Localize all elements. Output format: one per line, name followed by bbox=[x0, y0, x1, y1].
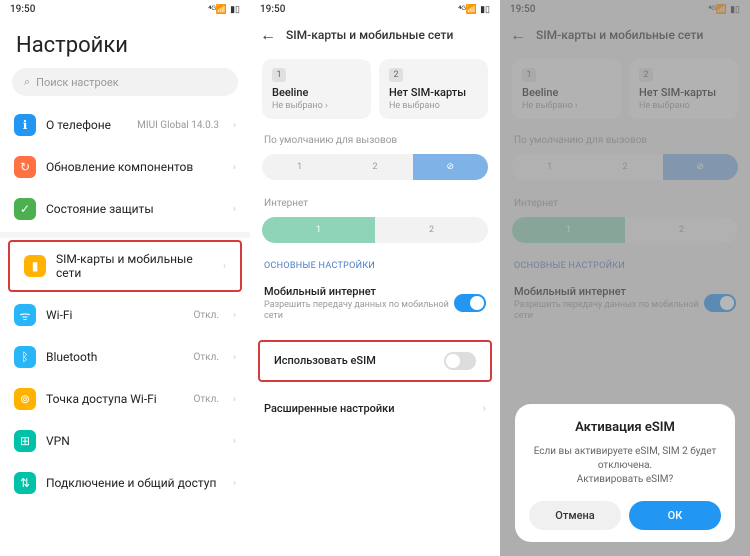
status-time: 19:50 bbox=[10, 4, 35, 15]
item-wifi[interactable]: ᯤ Wi-Fi Откл. › bbox=[0, 294, 250, 336]
chevron-right-icon: › bbox=[233, 436, 236, 447]
chevron-right-icon: › bbox=[233, 310, 236, 321]
item-hotspot[interactable]: ⊚ Точка доступа Wi-Fi Откл. › bbox=[0, 378, 250, 420]
sim-settings-screen-dialog: 19:50 ⁴ᴳ📶▮▯ ← SIM-карты и мобильные сети… bbox=[500, 0, 750, 556]
hotspot-icon: ⊚ bbox=[14, 388, 36, 410]
shield-icon: ✓ bbox=[14, 198, 36, 220]
section-default-calls: По умолчанию для вызовов bbox=[250, 127, 500, 150]
calls-seg-none[interactable]: ⊘ bbox=[413, 154, 488, 180]
header: ← SIM-карты и мобильные сети bbox=[250, 19, 500, 51]
calls-segmented: 1 2 ⊘ bbox=[262, 154, 488, 180]
dialog-backdrop[interactable]: Активация eSIM Если вы активируете eSIM,… bbox=[500, 0, 750, 556]
item-about-phone[interactable]: ℹ О телефоне MIUI Global 14.0.3 › bbox=[0, 104, 250, 146]
dialog-body: Если вы активируете eSIM, SIM 2 будет от… bbox=[529, 445, 721, 487]
search-placeholder: Поиск настроек bbox=[36, 76, 119, 89]
internet-seg-2[interactable]: 2 bbox=[375, 217, 488, 243]
divider bbox=[0, 232, 250, 238]
settings-screen: 19:50 ⁴ᴳ📶▮▯ Настройки ⌕ Поиск настроек ℹ… bbox=[0, 0, 250, 556]
status-bar: 19:50 ⁴ᴳ📶▮▯ bbox=[0, 0, 250, 19]
dialog-title: Активация eSIM bbox=[529, 420, 721, 435]
search-icon: ⌕ bbox=[24, 75, 30, 89]
section-internet: Интернет bbox=[250, 190, 500, 213]
chevron-right-icon: › bbox=[483, 402, 486, 415]
chevron-right-icon: › bbox=[233, 478, 236, 489]
sim-card-1[interactable]: 1 Beeline Не выбрано › bbox=[262, 59, 371, 119]
share-icon: ⇅ bbox=[14, 472, 36, 494]
row-mobile-data[interactable]: Мобильный интернет Разрешить передачу да… bbox=[250, 275, 500, 332]
sim-card-2[interactable]: 2 Нет SIM-карты Не выбрано bbox=[379, 59, 488, 119]
row-advanced[interactable]: Расширенные настройки › bbox=[250, 392, 500, 425]
vpn-icon: ⊞ bbox=[14, 430, 36, 452]
back-button[interactable]: ← bbox=[260, 25, 276, 45]
chevron-right-icon: › bbox=[233, 120, 236, 131]
chevron-right-icon: › bbox=[233, 162, 236, 173]
calls-seg-1[interactable]: 1 bbox=[262, 154, 337, 180]
status-bar: 19:50 ⁴ᴳ📶▮▯ bbox=[250, 0, 500, 19]
chevron-right-icon: › bbox=[233, 204, 236, 215]
highlight-annotation: Использовать eSIM bbox=[258, 340, 492, 382]
update-icon: ↻ bbox=[14, 156, 36, 178]
esim-toggle[interactable] bbox=[444, 352, 476, 370]
wifi-icon: ᯤ bbox=[14, 304, 36, 326]
header-title: SIM-карты и мобильные сети bbox=[286, 28, 453, 42]
internet-seg-1[interactable]: 1 bbox=[262, 217, 375, 243]
esim-activation-dialog: Активация eSIM Если вы активируете eSIM,… bbox=[515, 404, 735, 542]
mobile-data-toggle[interactable] bbox=[454, 294, 486, 312]
internet-segmented: 1 2 bbox=[262, 217, 488, 243]
section-main-settings: ОСНОВНЫЕ НАСТРОЙКИ bbox=[250, 253, 500, 275]
item-connection-sharing[interactable]: ⇅ Подключение и общий доступ › bbox=[0, 462, 250, 504]
row-use-esim[interactable]: Использовать eSIM bbox=[260, 342, 490, 380]
item-security-status[interactable]: ✓ Состояние защиты › bbox=[0, 188, 250, 230]
ok-button[interactable]: ОК bbox=[629, 501, 721, 530]
item-sim-networks[interactable]: ▮ SIM-карты и мобильные сети › bbox=[10, 242, 240, 290]
sim-settings-screen: 19:50 ⁴ᴳ📶▮▯ ← SIM-карты и мобильные сети… bbox=[250, 0, 500, 556]
chevron-right-icon: › bbox=[233, 394, 236, 405]
status-icons: ⁴ᴳ📶▮▯ bbox=[458, 4, 490, 15]
sim-cards-row: 1 Beeline Не выбрано › 2 Нет SIM-карты Н… bbox=[250, 51, 500, 127]
info-icon: ℹ bbox=[14, 114, 36, 136]
cancel-button[interactable]: Отмена bbox=[529, 501, 621, 530]
item-components-update[interactable]: ↻ Обновление компонентов › bbox=[0, 146, 250, 188]
status-icons: ⁴ᴳ📶▮▯ bbox=[208, 4, 240, 15]
item-vpn[interactable]: ⊞ VPN › bbox=[0, 420, 250, 462]
sim-icon: ▮ bbox=[24, 255, 46, 277]
chevron-right-icon: › bbox=[233, 352, 236, 363]
chevron-right-icon: › bbox=[223, 261, 226, 272]
search-input[interactable]: ⌕ Поиск настроек bbox=[12, 68, 238, 96]
calls-seg-2[interactable]: 2 bbox=[337, 154, 412, 180]
highlight-annotation: ▮ SIM-карты и мобильные сети › bbox=[8, 240, 242, 292]
bluetooth-icon: ᛒ bbox=[14, 346, 36, 368]
status-time: 19:50 bbox=[260, 4, 285, 15]
page-title: Настройки bbox=[0, 19, 250, 68]
item-bluetooth[interactable]: ᛒ Bluetooth Откл. › bbox=[0, 336, 250, 378]
